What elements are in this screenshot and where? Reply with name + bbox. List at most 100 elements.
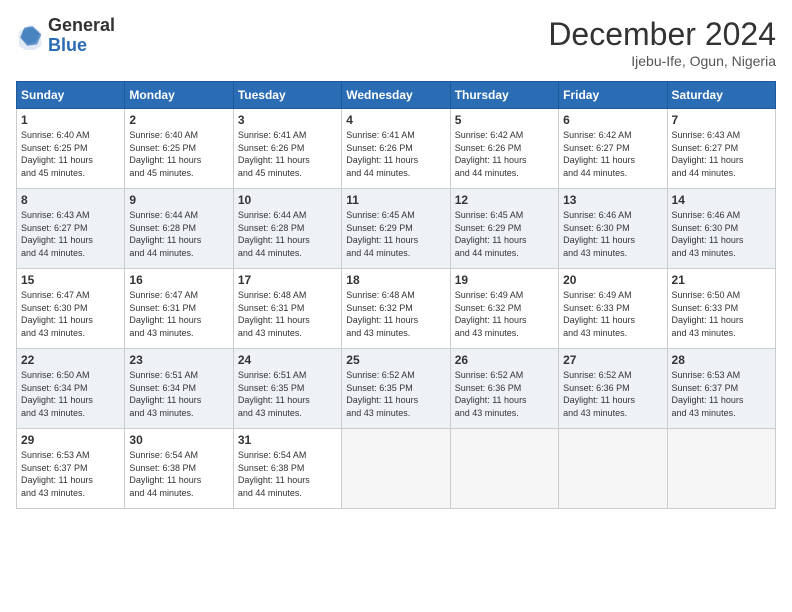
day-info: Sunrise: 6:46 AMSunset: 6:30 PMDaylight:… [672,209,771,259]
day-info: Sunrise: 6:50 AMSunset: 6:34 PMDaylight:… [21,369,120,419]
page-header: General Blue December 2024 Ijebu-Ife, Og… [16,16,776,69]
day-info: Sunrise: 6:52 AMSunset: 6:36 PMDaylight:… [563,369,662,419]
location: Ijebu-Ife, Ogun, Nigeria [548,53,776,69]
calendar-cell: 24 Sunrise: 6:51 AMSunset: 6:35 PMDaylig… [233,349,341,429]
day-number: 19 [455,273,554,287]
day-info: Sunrise: 6:48 AMSunset: 6:31 PMDaylight:… [238,289,337,339]
day-info: Sunrise: 6:49 AMSunset: 6:33 PMDaylight:… [563,289,662,339]
col-header-saturday: Saturday [667,82,775,109]
calendar-cell [342,429,450,509]
calendar-cell: 5 Sunrise: 6:42 AMSunset: 6:26 PMDayligh… [450,109,558,189]
day-info: Sunrise: 6:47 AMSunset: 6:31 PMDaylight:… [129,289,228,339]
day-info: Sunrise: 6:53 AMSunset: 6:37 PMDaylight:… [672,369,771,419]
calendar-cell: 31 Sunrise: 6:54 AMSunset: 6:38 PMDaylig… [233,429,341,509]
day-info: Sunrise: 6:47 AMSunset: 6:30 PMDaylight:… [21,289,120,339]
day-info: Sunrise: 6:41 AMSunset: 6:26 PMDaylight:… [238,129,337,179]
day-number: 29 [21,433,120,447]
day-number: 15 [21,273,120,287]
day-info: Sunrise: 6:54 AMSunset: 6:38 PMDaylight:… [238,449,337,499]
day-info: Sunrise: 6:42 AMSunset: 6:26 PMDaylight:… [455,129,554,179]
logo-blue: Blue [48,36,115,56]
calendar-cell: 30 Sunrise: 6:54 AMSunset: 6:38 PMDaylig… [125,429,233,509]
day-number: 18 [346,273,445,287]
day-number: 6 [563,113,662,127]
day-info: Sunrise: 6:40 AMSunset: 6:25 PMDaylight:… [129,129,228,179]
day-number: 9 [129,193,228,207]
day-number: 3 [238,113,337,127]
col-header-wednesday: Wednesday [342,82,450,109]
day-number: 14 [672,193,771,207]
day-number: 26 [455,353,554,367]
day-number: 21 [672,273,771,287]
day-number: 20 [563,273,662,287]
day-number: 30 [129,433,228,447]
day-number: 1 [21,113,120,127]
day-info: Sunrise: 6:42 AMSunset: 6:27 PMDaylight:… [563,129,662,179]
day-number: 4 [346,113,445,127]
calendar-table: SundayMondayTuesdayWednesdayThursdayFrid… [16,81,776,509]
day-number: 12 [455,193,554,207]
calendar-cell: 21 Sunrise: 6:50 AMSunset: 6:33 PMDaylig… [667,269,775,349]
calendar-cell: 16 Sunrise: 6:47 AMSunset: 6:31 PMDaylig… [125,269,233,349]
day-number: 7 [672,113,771,127]
calendar-cell: 13 Sunrise: 6:46 AMSunset: 6:30 PMDaylig… [559,189,667,269]
title-block: December 2024 Ijebu-Ife, Ogun, Nigeria [548,16,776,69]
day-info: Sunrise: 6:43 AMSunset: 6:27 PMDaylight:… [21,209,120,259]
day-info: Sunrise: 6:52 AMSunset: 6:36 PMDaylight:… [455,369,554,419]
calendar-cell: 14 Sunrise: 6:46 AMSunset: 6:30 PMDaylig… [667,189,775,269]
day-info: Sunrise: 6:53 AMSunset: 6:37 PMDaylight:… [21,449,120,499]
calendar-cell: 22 Sunrise: 6:50 AMSunset: 6:34 PMDaylig… [17,349,125,429]
day-number: 23 [129,353,228,367]
calendar-week-row: 8 Sunrise: 6:43 AMSunset: 6:27 PMDayligh… [17,189,776,269]
day-number: 5 [455,113,554,127]
calendar-cell: 9 Sunrise: 6:44 AMSunset: 6:28 PMDayligh… [125,189,233,269]
calendar-cell: 29 Sunrise: 6:53 AMSunset: 6:37 PMDaylig… [17,429,125,509]
calendar-cell: 6 Sunrise: 6:42 AMSunset: 6:27 PMDayligh… [559,109,667,189]
col-header-friday: Friday [559,82,667,109]
calendar-cell [559,429,667,509]
calendar-cell [450,429,558,509]
day-info: Sunrise: 6:43 AMSunset: 6:27 PMDaylight:… [672,129,771,179]
calendar-cell: 12 Sunrise: 6:45 AMSunset: 6:29 PMDaylig… [450,189,558,269]
day-number: 22 [21,353,120,367]
calendar-week-row: 1 Sunrise: 6:40 AMSunset: 6:25 PMDayligh… [17,109,776,189]
calendar-cell: 26 Sunrise: 6:52 AMSunset: 6:36 PMDaylig… [450,349,558,429]
month-title: December 2024 [548,16,776,53]
calendar-cell: 18 Sunrise: 6:48 AMSunset: 6:32 PMDaylig… [342,269,450,349]
calendar-cell: 17 Sunrise: 6:48 AMSunset: 6:31 PMDaylig… [233,269,341,349]
day-info: Sunrise: 6:52 AMSunset: 6:35 PMDaylight:… [346,369,445,419]
day-info: Sunrise: 6:41 AMSunset: 6:26 PMDaylight:… [346,129,445,179]
day-number: 25 [346,353,445,367]
calendar-cell: 19 Sunrise: 6:49 AMSunset: 6:32 PMDaylig… [450,269,558,349]
logo-general: General [48,16,115,36]
logo: General Blue [16,16,115,56]
day-info: Sunrise: 6:45 AMSunset: 6:29 PMDaylight:… [455,209,554,259]
calendar-week-row: 29 Sunrise: 6:53 AMSunset: 6:37 PMDaylig… [17,429,776,509]
logo-text: General Blue [48,16,115,56]
day-info: Sunrise: 6:51 AMSunset: 6:34 PMDaylight:… [129,369,228,419]
calendar-cell: 27 Sunrise: 6:52 AMSunset: 6:36 PMDaylig… [559,349,667,429]
day-number: 31 [238,433,337,447]
calendar-cell: 7 Sunrise: 6:43 AMSunset: 6:27 PMDayligh… [667,109,775,189]
col-header-thursday: Thursday [450,82,558,109]
col-header-sunday: Sunday [17,82,125,109]
day-info: Sunrise: 6:49 AMSunset: 6:32 PMDaylight:… [455,289,554,339]
col-header-monday: Monday [125,82,233,109]
day-info: Sunrise: 6:44 AMSunset: 6:28 PMDaylight:… [238,209,337,259]
calendar-cell: 10 Sunrise: 6:44 AMSunset: 6:28 PMDaylig… [233,189,341,269]
day-number: 27 [563,353,662,367]
day-info: Sunrise: 6:45 AMSunset: 6:29 PMDaylight:… [346,209,445,259]
day-number: 28 [672,353,771,367]
day-number: 10 [238,193,337,207]
calendar-cell: 11 Sunrise: 6:45 AMSunset: 6:29 PMDaylig… [342,189,450,269]
day-number: 11 [346,193,445,207]
day-number: 13 [563,193,662,207]
calendar-week-row: 15 Sunrise: 6:47 AMSunset: 6:30 PMDaylig… [17,269,776,349]
col-header-tuesday: Tuesday [233,82,341,109]
calendar-cell: 25 Sunrise: 6:52 AMSunset: 6:35 PMDaylig… [342,349,450,429]
calendar-cell: 4 Sunrise: 6:41 AMSunset: 6:26 PMDayligh… [342,109,450,189]
day-number: 24 [238,353,337,367]
day-info: Sunrise: 6:40 AMSunset: 6:25 PMDaylight:… [21,129,120,179]
calendar-cell [667,429,775,509]
calendar-cell: 8 Sunrise: 6:43 AMSunset: 6:27 PMDayligh… [17,189,125,269]
